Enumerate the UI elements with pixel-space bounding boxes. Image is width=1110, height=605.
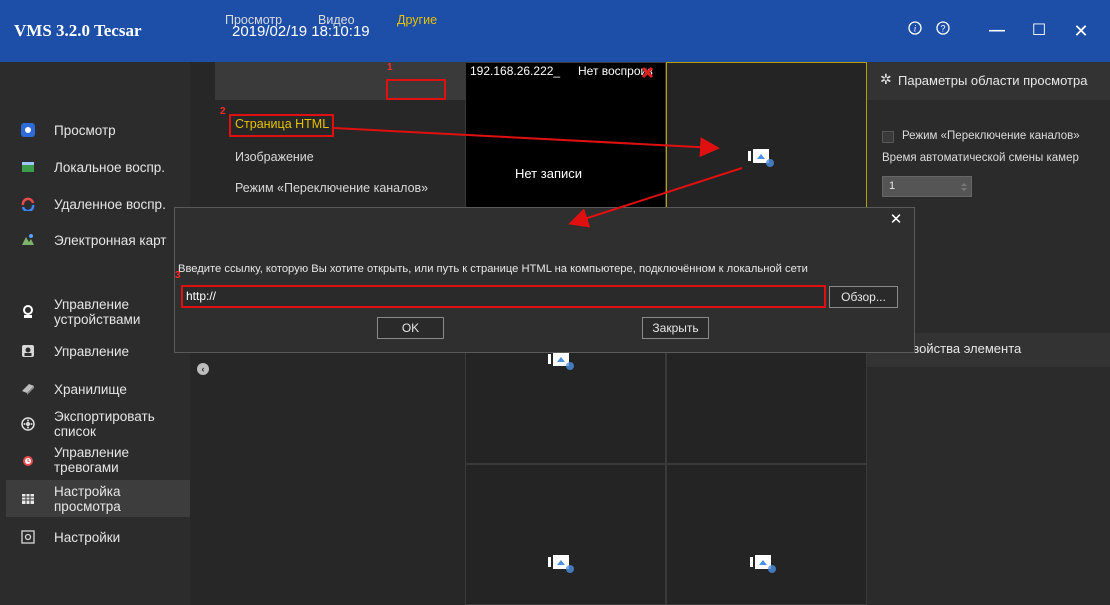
annotation-arrow-1 [333, 127, 720, 158]
annotation-arrow-2 [568, 167, 743, 228]
annotation-arrows [333, 127, 743, 228]
